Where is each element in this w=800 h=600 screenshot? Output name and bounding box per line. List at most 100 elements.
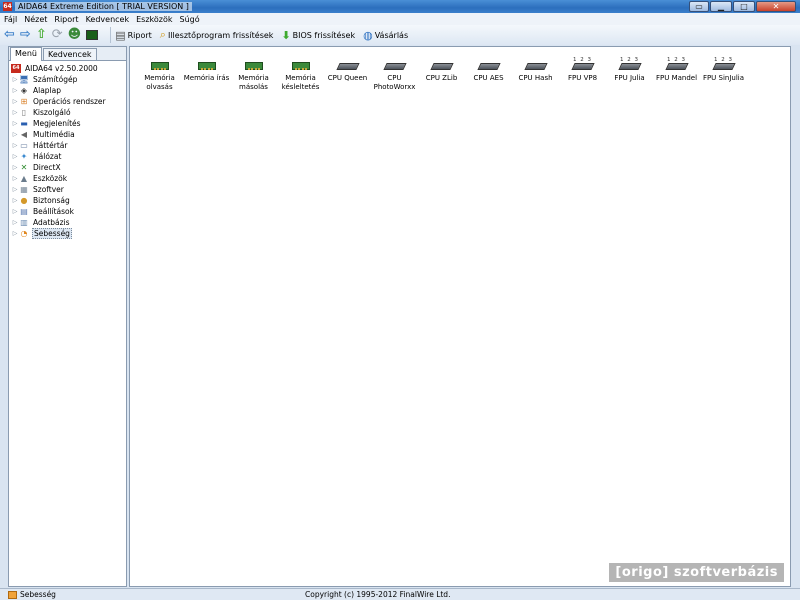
expand-icon[interactable]: ▷ <box>11 208 19 215</box>
tree-item[interactable]: ▷ ◔ Sebesség <box>11 228 126 239</box>
tree-item-label: Kiszolgáló <box>33 108 71 117</box>
benchmark-item[interactable]: CPU Queen <box>324 52 371 92</box>
benchmark-label: CPU PhotoWorxx <box>373 74 416 91</box>
server-icon: ▯ <box>21 108 27 117</box>
forward-arrow-icon[interactable]: ⇨ <box>20 27 31 43</box>
windows-icon: ⊞ <box>20 97 28 106</box>
menu-view[interactable]: Nézet <box>24 15 47 24</box>
memory-module-icon <box>150 52 169 70</box>
tree-item-label: Hálózat <box>33 152 62 161</box>
globe-icon: ◍ <box>363 28 373 42</box>
expand-icon[interactable]: ▷ <box>11 87 19 94</box>
bios-updates-label: BIOS frissítések <box>292 30 356 40</box>
benchmark-item[interactable]: 1 2 3 FPU Julia <box>606 52 653 92</box>
tree-item[interactable]: ▷ ◈ Alaplap <box>11 85 126 96</box>
benchmark-label: CPU ZLib <box>425 74 458 82</box>
tree-item[interactable]: ▷ ✦ Hálózat <box>11 151 126 162</box>
directx-icon: ✕ <box>20 163 28 172</box>
expand-icon[interactable]: ▷ <box>11 76 19 83</box>
tree-item-label: Számítógép <box>33 75 78 84</box>
status-text: Sebesség <box>20 590 56 599</box>
expand-icon[interactable]: ▷ <box>11 98 19 105</box>
tree-item[interactable]: ▷ ✕ DirectX <box>11 162 126 173</box>
tab-menu[interactable]: Menü <box>10 47 42 61</box>
bios-updates-button[interactable]: ⬇ BIOS frissítések <box>281 29 355 42</box>
benchmark-item[interactable]: 1 2 3 FPU VP8 <box>559 52 606 92</box>
tree-root[interactable]: 64 AIDA64 v2.50.2000 <box>11 63 126 74</box>
expand-icon[interactable]: ▷ <box>11 131 19 138</box>
tree-item[interactable]: ▷ ⊞ Operációs rendszer <box>11 96 126 107</box>
panel-tabs: Menü Kedvencek <box>9 47 126 61</box>
expand-icon[interactable]: ▷ <box>11 219 19 226</box>
fpu-chip-icon: 1 2 3 <box>570 52 595 70</box>
benchmark-label: Memória olvasás <box>144 74 175 91</box>
report-icon: ▤ <box>115 28 126 42</box>
benchmark-item[interactable]: 1 2 3 FPU Mandel <box>653 52 700 92</box>
benchmark-item[interactable]: CPU Hash <box>512 52 559 92</box>
driver-updates-label: Illesztőprogram frissítések <box>167 30 274 40</box>
tree-item[interactable]: ▷ 🖥 Számítógép <box>11 74 126 85</box>
up-arrow-icon[interactable]: ⇧ <box>36 27 47 43</box>
benchmark-item[interactable]: Memória olvasás <box>136 52 183 92</box>
menu-report[interactable]: Riport <box>54 15 78 24</box>
window-extra-button[interactable]: ▭ <box>689 1 709 12</box>
expand-icon[interactable]: ▷ <box>11 164 19 171</box>
tab-favorites[interactable]: Kedvencek <box>42 48 97 60</box>
back-arrow-icon[interactable]: ⇦ <box>4 27 15 43</box>
benchmark-icon <box>8 590 17 599</box>
tree-item-label: DirectX <box>33 163 61 172</box>
memory-module-icon <box>291 52 310 70</box>
refresh-icon[interactable]: ⟳ <box>52 27 63 43</box>
monitor-icon[interactable] <box>86 30 99 40</box>
expand-icon[interactable]: ▷ <box>11 230 19 237</box>
tree-item[interactable]: ▷ ▭ Háttértár <box>11 140 126 151</box>
users-icon[interactable]: ☻ <box>68 27 82 43</box>
expand-icon[interactable]: ▷ <box>11 120 19 127</box>
fpu-chip-icon: 1 2 3 <box>617 52 642 70</box>
memory-module-icon <box>244 52 263 70</box>
tree-item[interactable]: ▷ ▲ Eszközök <box>11 173 126 184</box>
expand-icon[interactable]: ▷ <box>11 153 19 160</box>
benchmark-item[interactable]: 1 2 3 FPU SinJulia <box>700 52 747 92</box>
benchmark-item[interactable]: Memória írás <box>183 52 230 92</box>
title-bar: 64 AIDA64 Extreme Edition [ TRIAL VERSIO… <box>0 0 800 13</box>
tree-item[interactable]: ▷ ▤ Beállítások <box>11 206 126 217</box>
expand-icon[interactable]: ▷ <box>11 175 19 182</box>
menu-file[interactable]: Fájl <box>4 15 17 24</box>
cpu-chip-icon <box>429 52 454 70</box>
toolbar: ⇦ ⇨ ⇧ ⟳ ☻ ▤ Riport ⌕ Illesztőprogram fri… <box>0 25 800 45</box>
buy-button[interactable]: ◍ Vásárlás <box>363 29 408 42</box>
magnifier-icon: ⌕ <box>159 28 166 41</box>
benchmark-item[interactable]: CPU ZLib <box>418 52 465 92</box>
tree-item-label: Szoftver <box>33 185 64 194</box>
cpu-chip-icon <box>476 52 501 70</box>
benchmark-item[interactable]: Memória késleltetés <box>277 52 324 92</box>
network-icon: ✦ <box>20 152 28 161</box>
expand-icon[interactable]: ▷ <box>11 142 19 149</box>
aida64-logo-icon: 64 <box>11 64 21 73</box>
minimize-button[interactable]: ▁ <box>710 1 732 12</box>
expand-icon[interactable]: ▷ <box>11 109 19 116</box>
tree-item[interactable]: ▷ ▦ Szoftver <box>11 184 126 195</box>
benchmark-item[interactable]: CPU PhotoWorxx <box>371 52 418 92</box>
status-bar: Sebesség Copyright (c) 1995-2012 FinalWi… <box>0 588 800 600</box>
navigation-panel: Menü Kedvencek 64 AIDA64 v2.50.2000 ▷ 🖥 Sz… <box>8 46 127 587</box>
tree-item[interactable]: ▷ ◀ Multimédia <box>11 129 126 140</box>
expand-icon[interactable]: ▷ <box>11 186 19 193</box>
tree-item[interactable]: ▷ ▯ Kiszolgáló <box>11 107 126 118</box>
benchmark-label: Memória írás <box>183 74 230 82</box>
benchmark-label: CPU Queen <box>327 74 368 82</box>
menu-help[interactable]: Súgó <box>180 15 200 24</box>
report-button[interactable]: ▤ Riport <box>115 29 152 42</box>
benchmark-item[interactable]: Memória másolás <box>230 52 277 92</box>
maximize-button[interactable]: □ <box>733 1 755 12</box>
tree-item[interactable]: ▷ ▥ Adatbázis <box>11 217 126 228</box>
tree-item[interactable]: ▷ ● Biztonság <box>11 195 126 206</box>
close-button[interactable]: ✕ <box>756 1 796 12</box>
menu-tools[interactable]: Eszközök <box>136 15 172 24</box>
menu-favorites[interactable]: Kedvencek <box>86 15 130 24</box>
expand-icon[interactable]: ▷ <box>11 197 19 204</box>
benchmark-item[interactable]: CPU AES <box>465 52 512 92</box>
driver-updates-button[interactable]: ⌕ Illesztőprogram frissítések <box>160 28 274 42</box>
tree-item[interactable]: ▷ ▬ Megjelenítés <box>11 118 126 129</box>
